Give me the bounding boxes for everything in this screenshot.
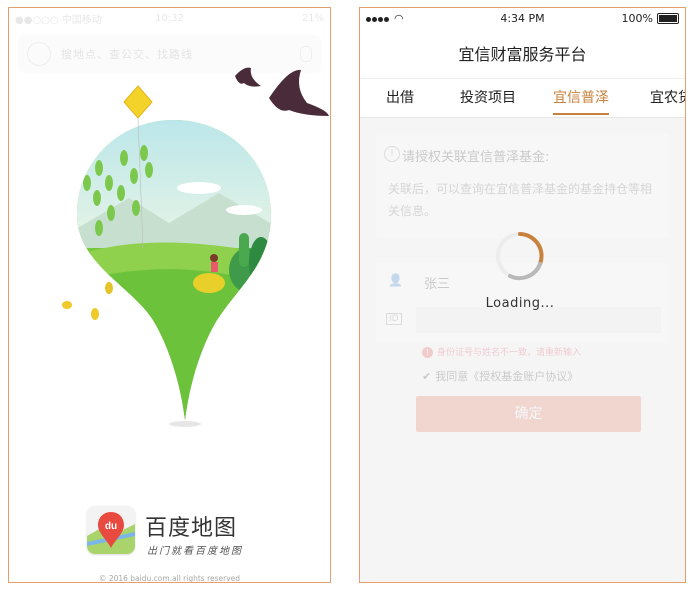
agreement-text: 我同意《授权基金账户协议》 [435,370,579,383]
error-text: 身份证号与姓名不一致，请重新输入 [437,348,582,358]
logo-text: du [105,521,117,532]
status-time: 4:34 PM [500,11,545,25]
loading-indicator: Loading... [470,230,570,320]
tab-yixin-puze[interactable]: 宜信普泽 [553,79,609,117]
copyright-text: © 2016 baidu.com.all rights reserved [98,574,241,583]
tab-chujie[interactable]: 出借 [386,79,414,117]
error-icon: ! [422,347,433,358]
confirm-button[interactable]: 确定 [416,396,641,432]
wifi-icon: ◠ [394,11,404,25]
status-bar: ●●○○○ 中国移动 10:32 21% [9,8,330,28]
status-time: 10:32 [155,12,184,24]
agreement-line[interactable]: ✔ 我同意《授权基金账户协议》 [422,368,578,384]
tab-yinongdai[interactable]: 宜农贷 [650,79,685,117]
auth-description: 关联后，可以查询在宜信普泽基金的基金持仓等相关信息。 [388,182,653,218]
nav-title: 宜信财富服务平台 [360,28,685,79]
person-icon: 👤 [388,273,403,287]
carrier-label: ●●○○○ 中国移动 [15,14,102,26]
auth-title: 请授权关联宜信普泽基金: [402,150,550,165]
tab-investment-projects[interactable]: 投资项目 [460,79,516,117]
name-field[interactable]: 张三 [424,273,450,292]
battery-label: 21% [301,12,324,24]
id-card-icon: ID [386,313,402,325]
location-pin-illustration [62,67,329,427]
battery-icon [656,12,679,24]
status-bar: ◠ 4:34 PM 100% [360,8,685,28]
loading-spinner-icon [496,232,544,281]
authorization-card: ! 请授权关联宜信普泽基金: 关联后，可以查询在宜信普泽基金的基金持仓等相关信息… [376,134,669,238]
alert-icon: ! [384,146,400,162]
baidu-map-logo: du [87,506,135,554]
brand-block: du 百度地图 出门就看百度地图 [87,506,267,566]
signal-icon [366,12,390,25]
check-icon[interactable]: ✔ [422,370,431,383]
error-message: ! 身份证号与姓名不一致，请重新输入 [422,345,581,358]
loading-text: Loading... [485,296,555,311]
brand-slogan: 出门就看百度地图 [147,546,243,557]
baidu-map-splash-screen: ●●○○○ 中国移动 10:32 21% 搜地点、查公交、找路线 du 百度地图… [8,7,331,583]
tab-bar: 出借 投资项目 宜信普泽 宜农贷 [360,79,685,118]
battery-label: 100% [621,11,653,25]
yixin-platform-screen: ◠ 4:34 PM 100% 宜信财富服务平台 出借 投资项目 宜信普泽 宜农贷… [359,7,686,583]
brand-name: 百度地图 [145,516,238,541]
